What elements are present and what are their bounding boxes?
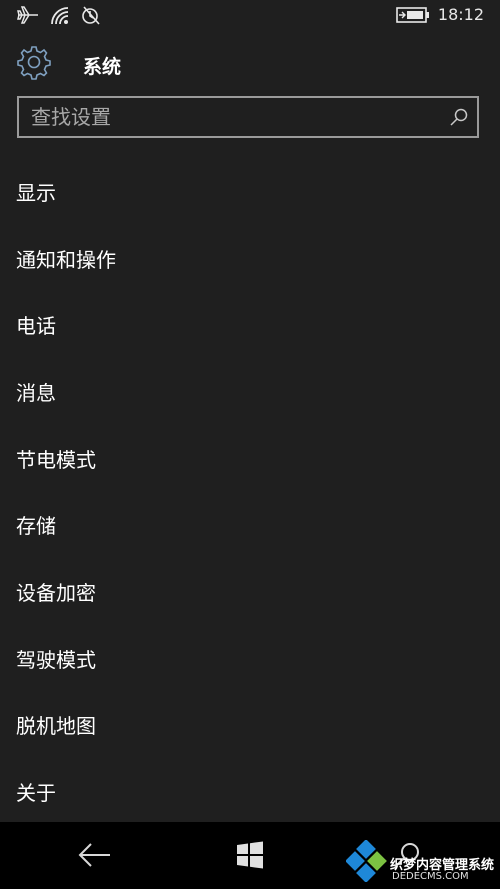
- menu-item-storage[interactable]: 存储: [0, 491, 500, 558]
- alarm-off-icon: [82, 6, 100, 25]
- menu-item-label: 存储: [16, 514, 56, 539]
- menu-item-about[interactable]: 关于: [0, 758, 500, 825]
- menu-item-label: 电话: [16, 314, 56, 339]
- search-box[interactable]: [17, 96, 479, 138]
- menu-item-label: 通知和操作: [16, 247, 116, 272]
- windows-start-icon[interactable]: [236, 841, 264, 869]
- menu-item-label: 消息: [16, 380, 56, 405]
- airplane-icon: [17, 6, 38, 24]
- menu-item-offline-maps[interactable]: 脱机地图: [0, 692, 500, 759]
- menu-item-device-encryption[interactable]: 设备加密: [0, 558, 500, 625]
- battery-charging-icon: [396, 7, 429, 23]
- search-icon[interactable]: [392, 840, 422, 870]
- menu-item-label: 设备加密: [16, 580, 96, 605]
- menu-item-label: 驾驶模式: [16, 647, 96, 672]
- menu-item-display[interactable]: 显示: [0, 158, 500, 225]
- menu-item-notifications[interactable]: 通知和操作: [0, 225, 500, 292]
- menu-item-battery-saver[interactable]: 节电模式: [0, 425, 500, 492]
- menu-item-phone[interactable]: 电话: [0, 291, 500, 358]
- navigation-bar: [0, 822, 500, 889]
- menu-item-driving-mode[interactable]: 驾驶模式: [0, 625, 500, 692]
- page-header: 系统: [0, 40, 500, 88]
- status-time: 18:12: [437, 5, 484, 24]
- back-arrow-icon[interactable]: [78, 842, 112, 868]
- status-bar: 18:12: [0, 0, 500, 32]
- page-title: 系统: [83, 56, 122, 78]
- menu-item-messaging[interactable]: 消息: [0, 358, 500, 425]
- settings-menu: 显示 通知和操作 电话 消息 节电模式 存储 设备加密 驾驶模式 脱机地图 关于: [0, 158, 500, 825]
- menu-item-label: 脱机地图: [16, 714, 96, 739]
- menu-item-label: 关于: [16, 781, 56, 806]
- search-input[interactable]: [31, 98, 431, 136]
- wifi-icon: [51, 7, 69, 25]
- search-icon[interactable]: [449, 107, 469, 127]
- menu-item-label: 显示: [16, 180, 56, 205]
- gear-icon: [17, 46, 51, 80]
- menu-item-label: 节电模式: [16, 447, 96, 472]
